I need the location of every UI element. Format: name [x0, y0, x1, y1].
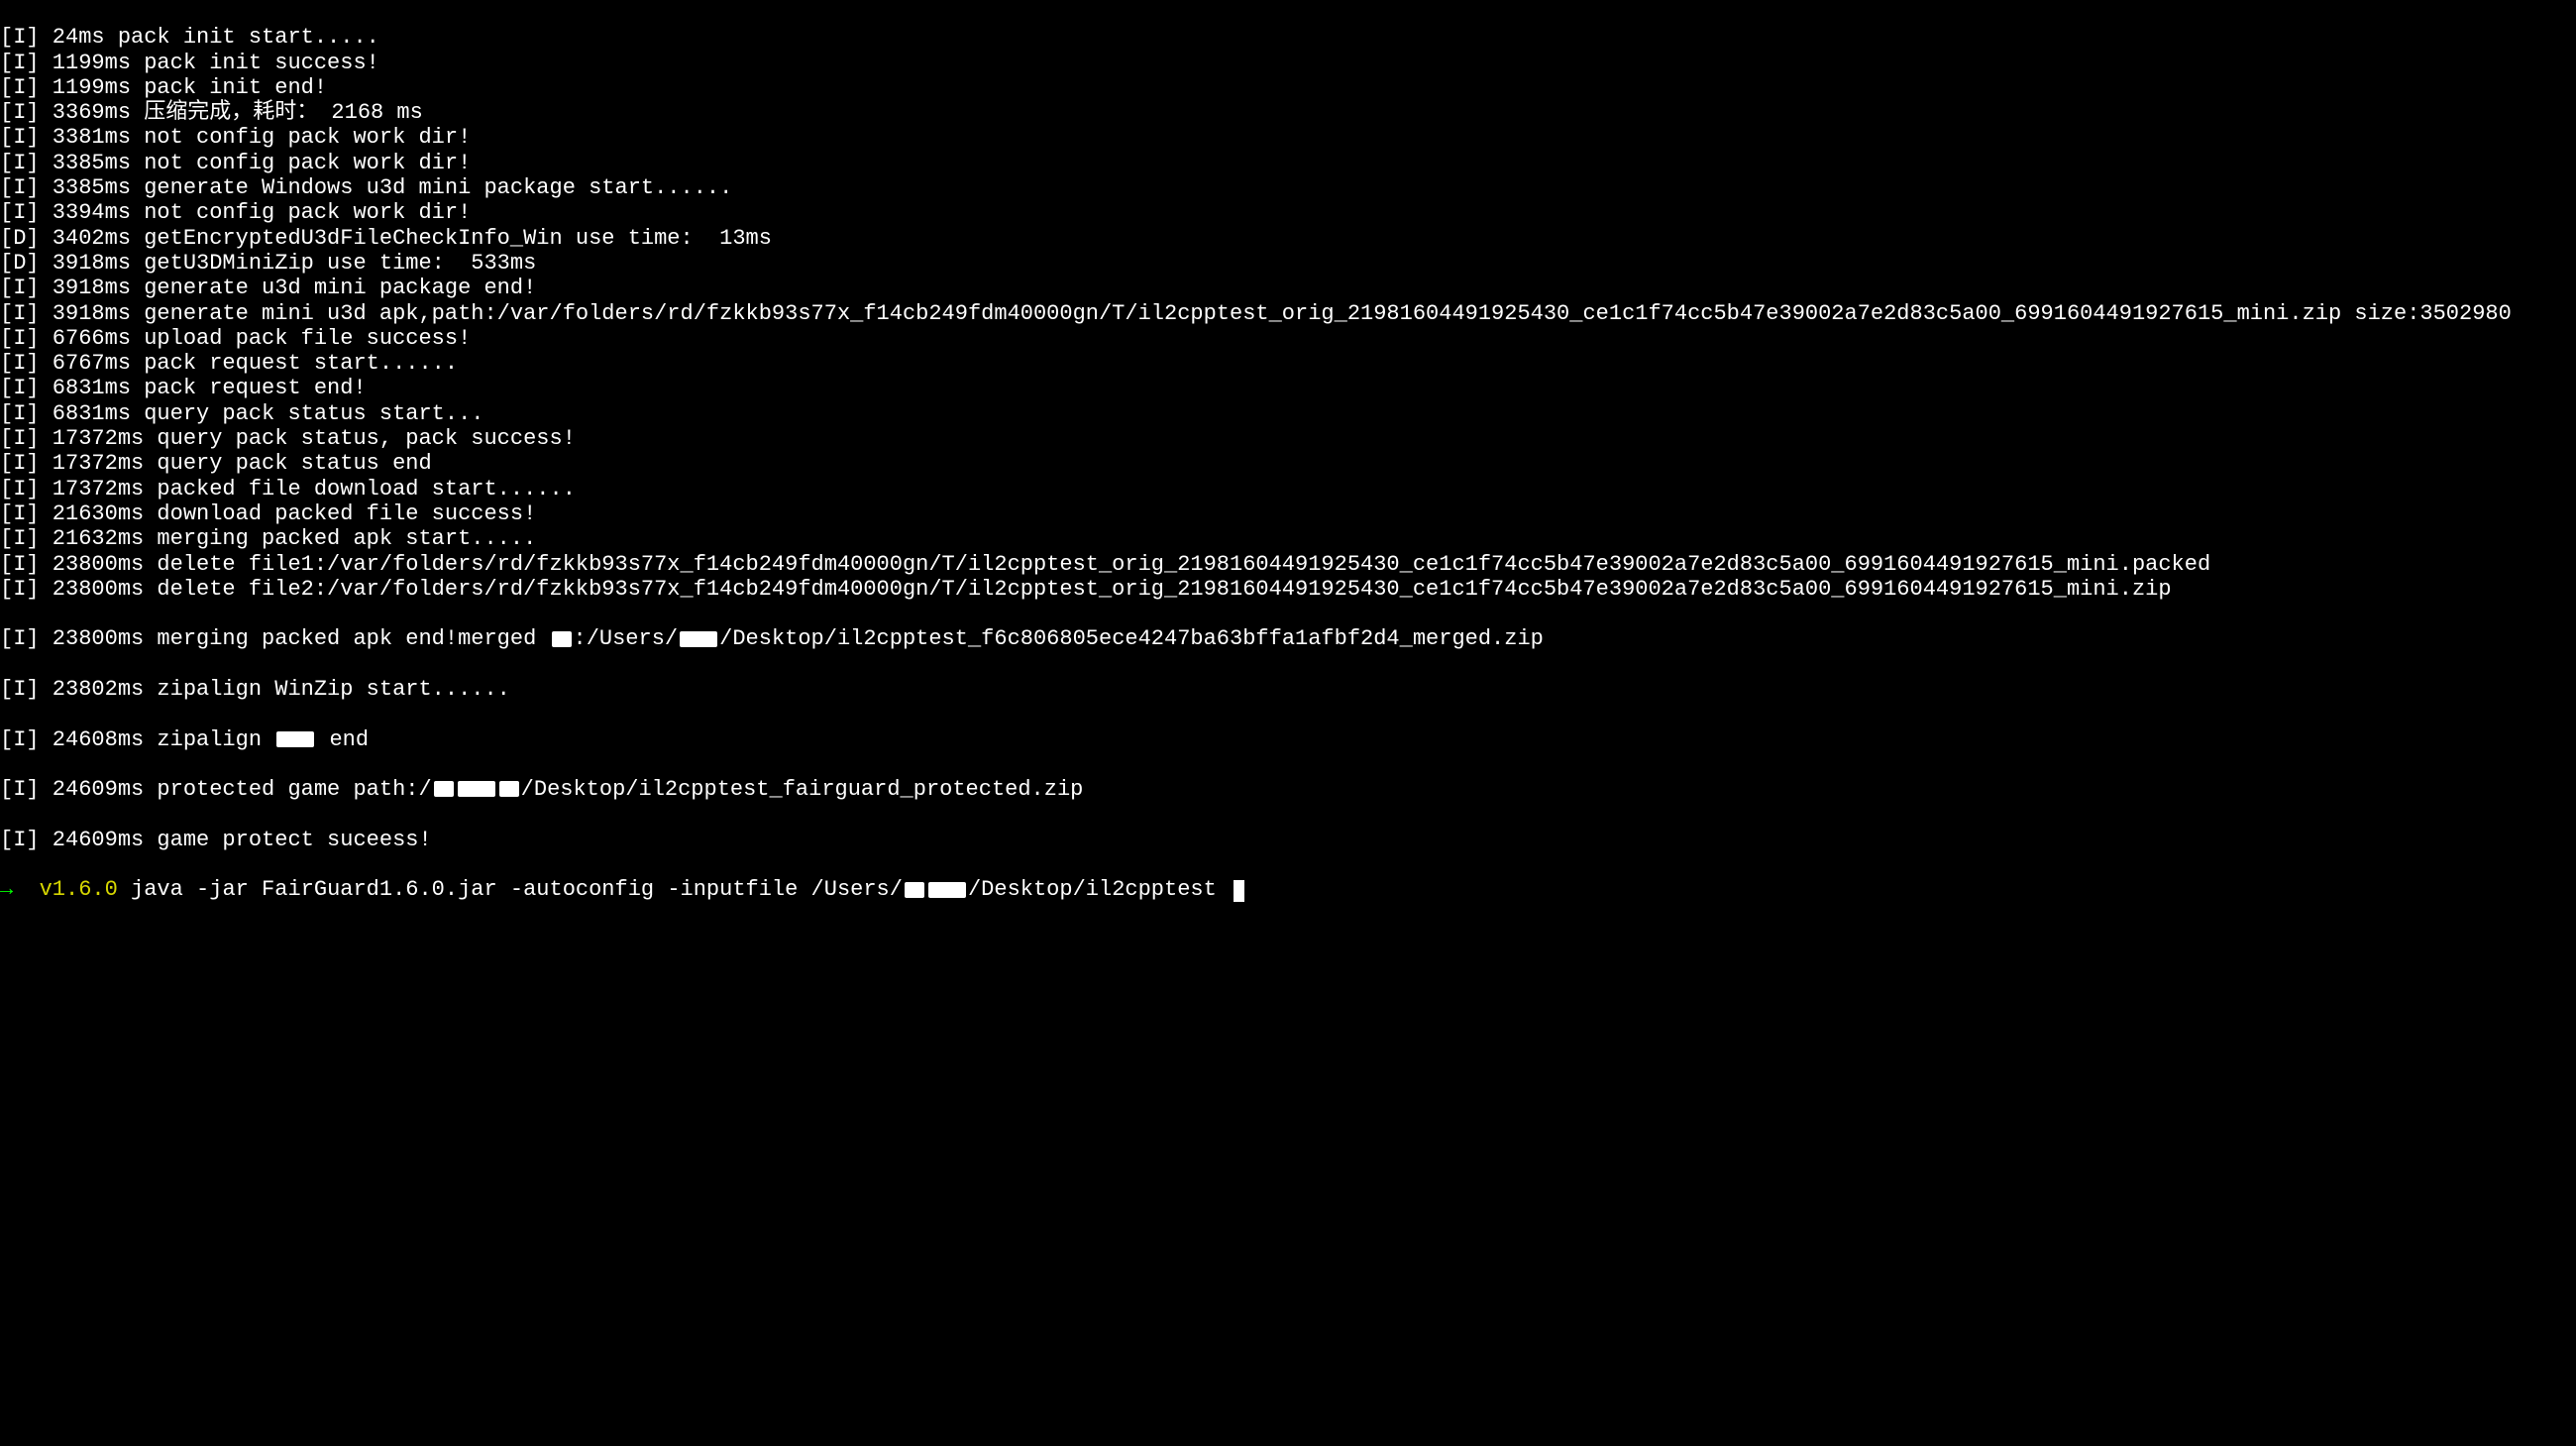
log-line: [I] 3385ms generate Windows u3d mini pac…	[0, 175, 2576, 200]
log-line: [I] 6766ms upload pack file success!	[0, 326, 2576, 351]
log-line: [I] 21632ms merging packed apk start....…	[0, 526, 2576, 551]
shell-prompt[interactable]: → v1.6.0 java -jar FairGuard1.6.0.jar -a…	[0, 877, 1244, 902]
redacted-text	[276, 731, 314, 747]
log-line: [I] 1199ms pack init end!	[0, 75, 2576, 100]
terminal-output[interactable]: [I] 24ms pack init start.....[I] 1199ms …	[0, 0, 2576, 903]
log-line: [I] 21630ms download packed file success…	[0, 501, 2576, 526]
log-line: [I] 6831ms pack request end!	[0, 376, 2576, 400]
log-line: [I] 23800ms delete file1:/var/folders/rd…	[0, 552, 2576, 577]
redacted-text	[434, 781, 454, 797]
log-line-zipalign-end: [I] 24608ms zipalign end	[0, 727, 2576, 752]
log-line: [I] 17372ms query pack status, pack succ…	[0, 426, 2576, 451]
log-line-final: [I] 24609ms game protect suceess!	[0, 828, 2576, 852]
cursor-icon	[1234, 880, 1244, 902]
redacted-text	[905, 882, 924, 898]
log-line: [I] 17372ms query pack status end	[0, 451, 2576, 476]
prompt-arrow-icon: →	[0, 877, 13, 902]
redacted-text	[552, 631, 572, 647]
redacted-text	[928, 882, 966, 898]
log-line: [I] 3385ms not config pack work dir!	[0, 151, 2576, 175]
log-line-protected-path: [I] 24609ms protected game path://Deskto…	[0, 777, 2576, 802]
log-line-merged: [I] 23800ms merging packed apk end!merge…	[0, 626, 2576, 651]
log-line: [I] 6831ms query pack status start...	[0, 401, 2576, 426]
log-line: [I] 6767ms pack request start......	[0, 351, 2576, 376]
log-line: [I] 17372ms packed file download start..…	[0, 477, 2576, 501]
log-line: [I] 3918ms generate mini u3d apk,path:/v…	[0, 301, 2576, 326]
log-line: [I] 3369ms 压缩完成，耗时： 2168 ms	[0, 100, 2576, 125]
log-line: [I] 24ms pack init start.....	[0, 25, 2576, 50]
log-line: [I] 3381ms not config pack work dir!	[0, 125, 2576, 150]
log-line: [D] 3402ms getEncryptedU3dFileCheckInfo_…	[0, 226, 2576, 251]
log-line: [I] 3394ms not config pack work dir!	[0, 200, 2576, 225]
redacted-text	[499, 781, 519, 797]
log-line: [D] 3918ms getU3DMiniZip use time: 533ms	[0, 251, 2576, 276]
prompt-version: v1.6.0	[40, 877, 118, 902]
redacted-text	[458, 781, 495, 797]
redacted-text	[680, 631, 717, 647]
log-line: [I] 3918ms generate u3d mini package end…	[0, 276, 2576, 300]
log-line: [I] 23800ms delete file2:/var/folders/rd…	[0, 577, 2576, 602]
log-line: [I] 1199ms pack init success!	[0, 51, 2576, 75]
prompt-command: java -jar FairGuard1.6.0.jar -autoconfig…	[131, 877, 1217, 902]
log-line-zipalign-start: [I] 23802ms zipalign WinZip start......	[0, 677, 2576, 702]
